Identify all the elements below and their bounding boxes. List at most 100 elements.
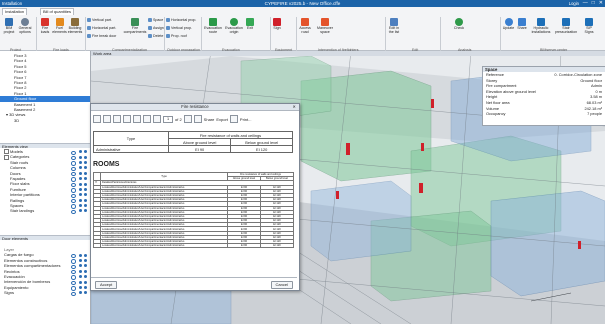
delete-button[interactable]: Delete	[148, 34, 163, 38]
sip-signs-button[interactable]: SIP Signs	[582, 18, 596, 34]
next-page-icon[interactable]	[183, 115, 192, 123]
table-cell: EI 90	[167, 145, 232, 153]
tab-installation[interactable]: Installation	[2, 8, 28, 15]
color-dot-icon	[79, 258, 82, 262]
print-preview-icon[interactable]	[93, 115, 101, 123]
color-dot-icon	[84, 258, 87, 262]
ribbon-separator	[85, 17, 86, 55]
tree-item-3d[interactable]: 3D	[0, 118, 90, 123]
vertical-partition-button[interactable]: Vertical part.	[87, 18, 112, 22]
dialog-footer: Accept Cancel	[91, 277, 297, 290]
door-elements-header: Door elements	[0, 235, 90, 241]
ribbon-separator	[36, 17, 37, 55]
prev-page-icon[interactable]	[153, 115, 161, 123]
color-dot-icon	[79, 155, 82, 159]
title-bar: Installation CYPEFIRE v2025.b - New Offi…	[0, 0, 605, 7]
fuel-elements-button[interactable]: Fuel elements	[52, 18, 67, 34]
minimize-button[interactable]: —	[583, 0, 588, 7]
roof-propagation-button[interactable]: Prop. roof	[166, 34, 187, 38]
space-button[interactable]: Space	[148, 18, 163, 22]
element-item[interactable]: Stair landings	[0, 208, 90, 215]
settings-icon[interactable]	[229, 115, 238, 123]
building-elements-button[interactable]: Building elements	[67, 18, 83, 34]
color-dot-icon	[84, 280, 87, 284]
last-page-icon[interactable]	[193, 115, 202, 123]
table-cell: Administrative	[93, 145, 169, 153]
print-button[interactable]: Print...	[240, 117, 252, 122]
delete-icon	[148, 34, 152, 38]
share-icon	[518, 18, 526, 26]
color-dot-icon	[84, 198, 87, 202]
horizontal-partition-button[interactable]: Horizontal part.	[87, 26, 116, 30]
ribbon-separator	[164, 17, 165, 55]
zoom-out-icon[interactable]	[113, 115, 121, 123]
exit-icon	[246, 18, 254, 26]
ribbon: Installation Bill of quantities BIM proj…	[0, 7, 605, 55]
tab-bill-of-quantities[interactable]: Bill of quantities	[40, 8, 75, 15]
eye-icon[interactable]	[71, 291, 76, 297]
fire-compartments-icon	[131, 18, 139, 26]
cancel-button[interactable]: Cancel	[270, 281, 293, 289]
fire-resistance-table: Type Fire resistance of walls and ceilin…	[93, 131, 293, 153]
color-dot-icon	[79, 187, 82, 191]
fire-loads-button[interactable]: Fire loads	[38, 18, 52, 34]
accept-button[interactable]: Accept	[95, 281, 118, 289]
sign-button[interactable]: Sign	[272, 18, 282, 30]
fire-break-door-button[interactable]: Fire break door	[87, 34, 116, 38]
eye-icon[interactable]	[71, 209, 76, 215]
hydraulic-icon	[537, 18, 545, 26]
check-button[interactable]: Check	[452, 18, 466, 30]
evacuation-route-button[interactable]: Evacuation route	[203, 18, 223, 34]
evacuation-route-icon	[209, 18, 217, 26]
stair-pressurization-button[interactable]: Stair pressurization	[553, 18, 579, 34]
elements-view-header: Elements view	[0, 143, 90, 149]
color-dot-icon	[79, 182, 82, 186]
color-dot-icon	[84, 155, 87, 159]
access-road-button[interactable]: Access road	[298, 18, 312, 34]
layers-list: Layer Cargas de fuego Elementos construc…	[0, 247, 90, 297]
vertical-propagation-button[interactable]: Vertical prop.	[166, 26, 192, 30]
color-dot-icon	[79, 280, 82, 284]
share-button[interactable]: Share	[516, 18, 528, 30]
hydraulic-installations-button[interactable]: Hydraulic installations	[530, 18, 552, 34]
page-width-icon[interactable]	[133, 115, 141, 123]
assign-button[interactable]: Assign	[148, 26, 164, 30]
zoom-in-icon[interactable]	[103, 115, 111, 123]
fire-compartments-button[interactable]: Fire compartments	[123, 18, 147, 34]
exit-button[interactable]: Exit	[245, 18, 255, 30]
elements-list: Models Categories Stair roofs Columns Do…	[0, 149, 90, 215]
space-icon	[148, 18, 152, 22]
access-road-icon	[301, 18, 309, 26]
fire-extinguisher-icon	[273, 18, 281, 26]
bim-project-icon	[5, 18, 13, 26]
login-link[interactable]: Login	[569, 1, 579, 6]
vertical-partition-icon	[87, 18, 91, 22]
page-number-input[interactable]: 1	[163, 115, 173, 123]
fit-page-icon[interactable]	[123, 115, 131, 123]
update-button[interactable]: Update	[502, 18, 515, 30]
export-button[interactable]: Export	[216, 117, 228, 122]
color-dot-icon	[84, 187, 87, 191]
share-report-button[interactable]: Share	[204, 117, 215, 122]
layer-item[interactable]: Signs	[0, 290, 90, 297]
first-page-icon[interactable]	[143, 115, 151, 123]
color-dot-icon	[84, 177, 87, 181]
edit-in-list-button[interactable]: Edit in the list	[387, 18, 401, 34]
dialog-close-icon[interactable]: ✕	[292, 104, 296, 110]
ribbon-separator	[296, 17, 297, 55]
general-options-button[interactable]: General options	[17, 18, 33, 34]
info-row: Occupancy 7 people	[486, 111, 602, 117]
color-dot-icon	[79, 275, 82, 279]
dialog-title: Fire resistance	[181, 104, 209, 109]
fire-resistance-dialog: Fire resistance ✕ 1 of 2 Share Export Pr…	[90, 103, 300, 291]
space-info-panel: Space Reference 0. Corridor-Circulation z…	[482, 66, 605, 126]
horizontal-propagation-button[interactable]: Horizontal prop.	[166, 18, 196, 22]
maneuver-space-button[interactable]: Maneuver space	[315, 18, 335, 34]
evacuation-origin-button[interactable]: Evacuation origin	[224, 18, 244, 34]
assign-icon	[148, 26, 152, 30]
color-dot-icon	[84, 166, 87, 170]
table-row: Locales/Recintos/Administrativo/Uso/Comp…	[93, 243, 294, 249]
bim-project-button[interactable]: BIM project	[2, 18, 16, 34]
maximize-button[interactable]: □	[592, 0, 595, 7]
close-window-button[interactable]: ✕	[599, 0, 603, 7]
